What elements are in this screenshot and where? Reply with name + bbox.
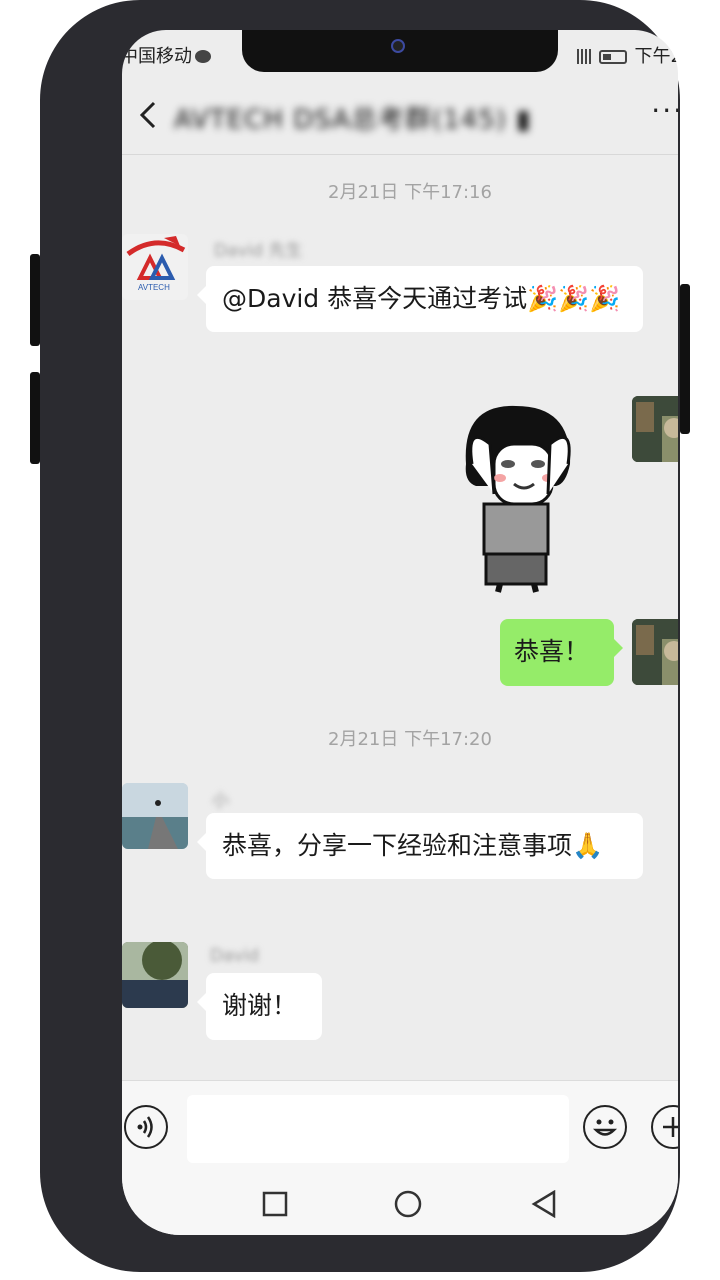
avatar-self[interactable] [632, 619, 678, 685]
recent-apps-icon[interactable] [262, 1191, 288, 1217]
voice-input-icon[interactable] [124, 1105, 168, 1149]
system-navigation [122, 1175, 678, 1235]
message-bubble-self[interactable]: 恭喜！ [500, 619, 623, 686]
chat-header: AVTECH DSA总考群(145) ▮ ··· [122, 78, 678, 155]
message-bubble[interactable]: @David 恭喜今天通过考试🎉🎉🎉 [197, 266, 643, 332]
sender-nickname: David 先生 [214, 241, 303, 261]
message-bubble[interactable]: 谢谢！ [197, 973, 322, 1040]
emoji-icon[interactable] [583, 1105, 627, 1149]
clock: 下午2 [634, 46, 678, 67]
back-arrow-icon[interactable] [132, 98, 166, 132]
avatar-image [122, 783, 188, 849]
message-input[interactable] [187, 1095, 569, 1163]
carrier-label: 中国移动 [122, 42, 211, 68]
phone-frame: 中国移动 下午2 AVTECH DSA总考群(145) ▮ ··· 2月21日 … [30, 0, 690, 1272]
avatar-avtech[interactable]: AVTECH [122, 234, 188, 300]
avatar-self[interactable] [632, 396, 678, 462]
volume-down-button [30, 372, 40, 464]
plus-icon[interactable] [651, 1105, 678, 1149]
status-right: 下午2 [576, 42, 678, 68]
front-camera [391, 39, 405, 53]
avtech-logo-icon: AVTECH [126, 236, 186, 292]
message-bubble[interactable]: 恭喜，分享一下经验和注意事项🙏 [197, 813, 643, 879]
chat-title: AVTECH DSA总考群(145) ▮ [174, 105, 532, 135]
meme-sticker[interactable] [456, 404, 576, 594]
voice-wave-icon [137, 1116, 153, 1138]
signal-icon [576, 49, 591, 64]
input-bar [122, 1080, 678, 1176]
power-button [680, 284, 690, 434]
home-icon[interactable] [394, 1190, 422, 1218]
screen: 中国移动 下午2 AVTECH DSA总考群(145) ▮ ··· 2月21日 … [122, 30, 678, 1235]
sender-nickname: David [210, 946, 260, 966]
message-notification-icon [195, 50, 211, 63]
plus-cross-icon [663, 1117, 678, 1137]
timestamp-2: 2月21日 下午17:20 [328, 729, 492, 750]
battery-icon [598, 50, 627, 64]
smiley-face-icon [592, 1119, 618, 1136]
volume-up-button [30, 254, 40, 346]
back-triangle-icon[interactable] [530, 1190, 558, 1218]
avatar-image [122, 942, 188, 1008]
avatar-sea[interactable] [122, 783, 188, 849]
avatar-tree[interactable] [122, 942, 188, 1008]
more-options-icon[interactable]: ··· [651, 94, 678, 127]
sender-nickname: 小 [212, 791, 229, 811]
avatar-brand-label: AVTECH [138, 283, 170, 292]
timestamp-1: 2月21日 下午17:16 [328, 182, 492, 203]
avatar-image [632, 619, 678, 685]
avatar-image [632, 396, 678, 462]
notch [242, 30, 558, 72]
